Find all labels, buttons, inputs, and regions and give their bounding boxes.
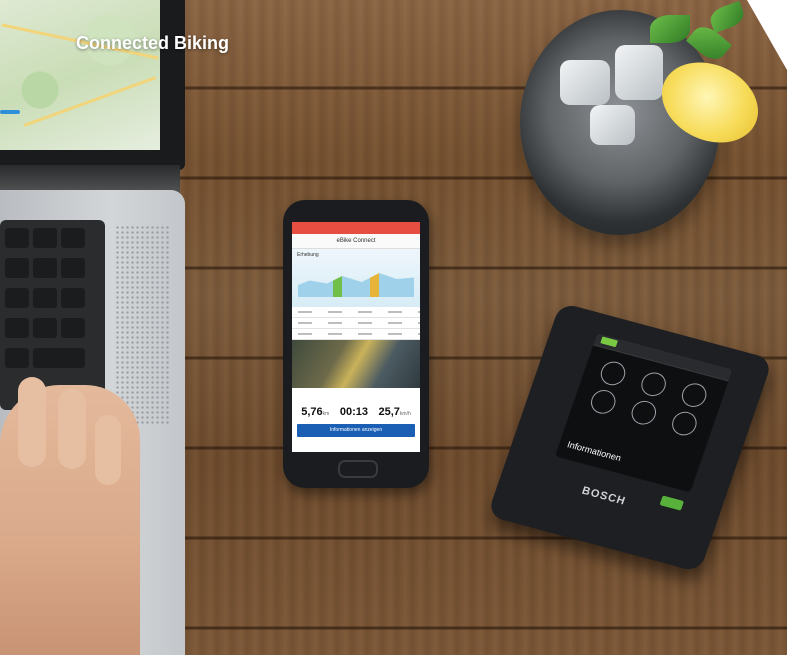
bluetooth-icon[interactable]: [638, 369, 670, 399]
map-view: [0, 0, 160, 150]
phone-row: [292, 318, 420, 329]
key: [33, 318, 57, 338]
key: [61, 318, 85, 338]
mint-leaf: [650, 15, 690, 43]
key: [33, 348, 85, 368]
key: [33, 228, 57, 248]
phone-app-title: eBike Connect: [292, 234, 420, 249]
ice-cube: [615, 45, 663, 100]
ride-photo: [292, 340, 420, 388]
key: [33, 288, 57, 308]
keyboard: [0, 220, 105, 410]
laptop-screen: [0, 0, 185, 170]
chart-label: Erhebung: [297, 252, 319, 258]
page-title: Connected Biking: [76, 33, 230, 53]
display-menu-grid: [572, 345, 728, 442]
wifi-icon[interactable]: [597, 358, 629, 388]
key: [61, 228, 85, 248]
ride-stats: 5,76km 00:13 25,7km/h: [292, 388, 420, 418]
show-info-button[interactable]: Informationen anzeigen: [297, 424, 415, 437]
map-icon[interactable]: [587, 387, 619, 417]
stat-speed: 25,7km/h: [378, 406, 411, 418]
smartphone-icon: eBike Connect Erhebung 5,76km 00:13 25,7…: [283, 200, 429, 488]
phone-row: [292, 329, 420, 340]
finger: [18, 377, 46, 467]
key: [61, 288, 85, 308]
corner-cut: [747, 0, 787, 70]
battery-icon: [600, 336, 619, 348]
mode-indicator: [659, 495, 685, 511]
key: [61, 258, 85, 278]
phone-screen: eBike Connect Erhebung 5,76km 00:13 25,7…: [292, 222, 420, 452]
stat-distance: 5,76km: [301, 406, 330, 418]
display-screen: Informationen: [554, 333, 733, 493]
key: [5, 228, 29, 248]
finger: [95, 415, 121, 485]
elevation-profile: [298, 273, 414, 297]
clock-icon[interactable]: [628, 398, 660, 428]
map-route: [0, 110, 20, 114]
brand-logo: BOSCH: [580, 484, 628, 508]
brightness-icon[interactable]: [668, 409, 700, 439]
hand: [0, 377, 140, 655]
elevation-chart: Erhebung: [292, 249, 420, 307]
finger: [58, 389, 86, 469]
home-button[interactable]: [338, 460, 378, 478]
display-menu-label: Informationen: [565, 439, 623, 464]
phone-status-bar: [292, 222, 420, 234]
key: [5, 348, 29, 368]
key: [5, 318, 29, 338]
ice-cube: [560, 60, 610, 105]
key: [5, 258, 29, 278]
phone-row: [292, 307, 420, 318]
key: [33, 258, 57, 278]
ice-cube: [590, 105, 635, 145]
map-road: [23, 76, 157, 127]
key: [5, 288, 29, 308]
stat-duration: 00:13: [339, 406, 368, 418]
settings-icon[interactable]: [678, 380, 710, 410]
speaker-grille: [115, 225, 170, 425]
